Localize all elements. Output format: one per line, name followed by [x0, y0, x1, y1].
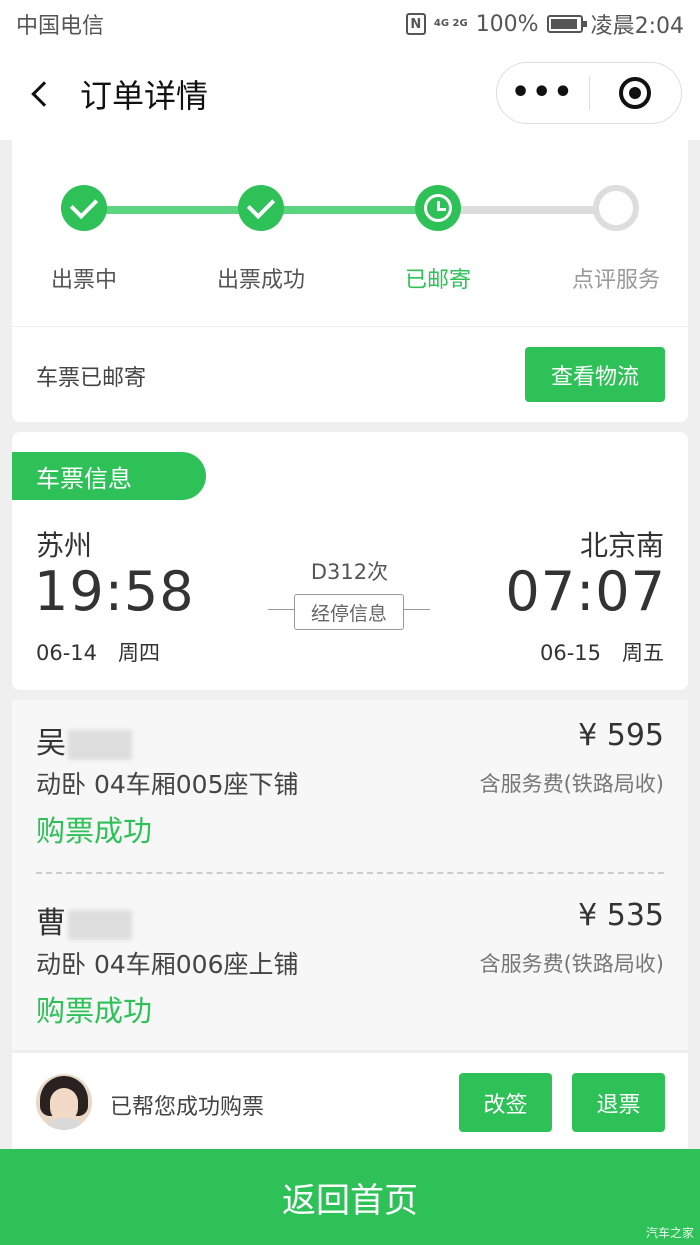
status-bar: 中国电信 N 4G 2G 100% 凌晨2:04: [0, 0, 700, 48]
step-done-check-icon: [238, 185, 284, 231]
view-logistics-button[interactable]: 查看物流: [525, 347, 665, 402]
carrier-name: 中国电信: [16, 14, 105, 39]
stop-info-line-left: [268, 609, 294, 610]
step-label: 出票中: [50, 268, 117, 293]
avatar: [36, 1074, 92, 1130]
refund-ticket-button[interactable]: 退票: [572, 1073, 665, 1132]
agent-bar: 已帮您成功购票 改签 退票: [12, 1053, 688, 1149]
step-label-active: 已邮寄: [404, 268, 471, 293]
purchase-status: 购票成功: [36, 814, 153, 848]
ticket-info-card: 车票信息 苏州 19:58 06-14 周四 D312次 经停信息 北京南 07…: [12, 432, 688, 690]
train-number: D312次: [310, 560, 389, 584]
back-button[interactable]: [0, 48, 80, 140]
ticket-price: ¥ 595: [578, 718, 664, 753]
arrival-city: 北京南: [579, 529, 664, 562]
status-icons: N 4G 2G 100% 凌晨2:04: [405, 8, 684, 40]
order-progress-card: 出票中 出票成功 已邮寄 点评服务 车票已邮寄 查看物流: [12, 140, 688, 422]
passenger-name: 曹: [36, 898, 132, 942]
departure-city: 苏州: [36, 529, 93, 562]
arrival-date: 06-15 周五: [539, 641, 664, 665]
service-fee-note: 含服务费(铁路局收): [479, 772, 664, 796]
seat-info: 动卧 04车厢005座下铺: [36, 770, 299, 799]
close-mini-program-button[interactable]: [590, 77, 682, 109]
signal-icon: 4G 2G: [433, 18, 468, 29]
target-icon: [619, 77, 652, 109]
passenger-divider: [36, 872, 664, 874]
stop-info-line-right: [404, 609, 430, 610]
ticket-info-tag: 车票信息: [12, 452, 206, 500]
chevron-left-icon: [31, 81, 57, 107]
redacted-blur: [68, 909, 132, 940]
ticket-price: ¥ 535: [578, 898, 664, 933]
arrival-time: 07:07: [505, 560, 666, 623]
change-ticket-button[interactable]: 改签: [459, 1073, 552, 1132]
step-label-pending: 点评服务: [571, 268, 660, 293]
step-done-check-icon: [61, 185, 107, 231]
nav-bar: 订单详情 •••: [0, 48, 700, 140]
divider: [12, 326, 688, 327]
clock-time: 凌晨2:04: [590, 14, 684, 39]
page-title: 订单详情: [80, 77, 209, 115]
mini-program-capsule: •••: [496, 62, 682, 124]
departure-date: 06-14 周四: [36, 641, 161, 665]
passenger-list: 吴 ¥ 595 动卧 04车厢005座下铺 含服务费(铁路局收) 购票成功 曹 …: [12, 700, 688, 1050]
nfc-icon: N: [405, 13, 426, 35]
watermark: 汽车之家: [645, 1226, 694, 1240]
redacted-blur: [68, 729, 132, 760]
purchase-status: 购票成功: [36, 994, 153, 1028]
step-label: 出票成功: [216, 268, 305, 293]
step-pending-circle-icon: [593, 185, 639, 231]
battery-icon: [546, 15, 587, 33]
progress-track-pending: [434, 206, 616, 214]
agent-message: 已帮您成功购票: [110, 1095, 265, 1120]
departure-time: 19:58: [34, 560, 195, 623]
battery-percent: 100%: [475, 11, 539, 37]
return-home-button[interactable]: 返回首页: [0, 1149, 700, 1245]
stop-info-button[interactable]: 经停信息: [294, 594, 404, 630]
order-status-text: 车票已邮寄: [36, 366, 147, 391]
seat-info: 动卧 04车厢006座上铺: [36, 950, 299, 979]
more-dots-icon[interactable]: •••: [497, 78, 589, 108]
service-fee-note: 含服务费(铁路局收): [479, 952, 664, 976]
step-active-clock-icon: [415, 185, 461, 231]
passenger-name: 吴: [36, 718, 132, 762]
